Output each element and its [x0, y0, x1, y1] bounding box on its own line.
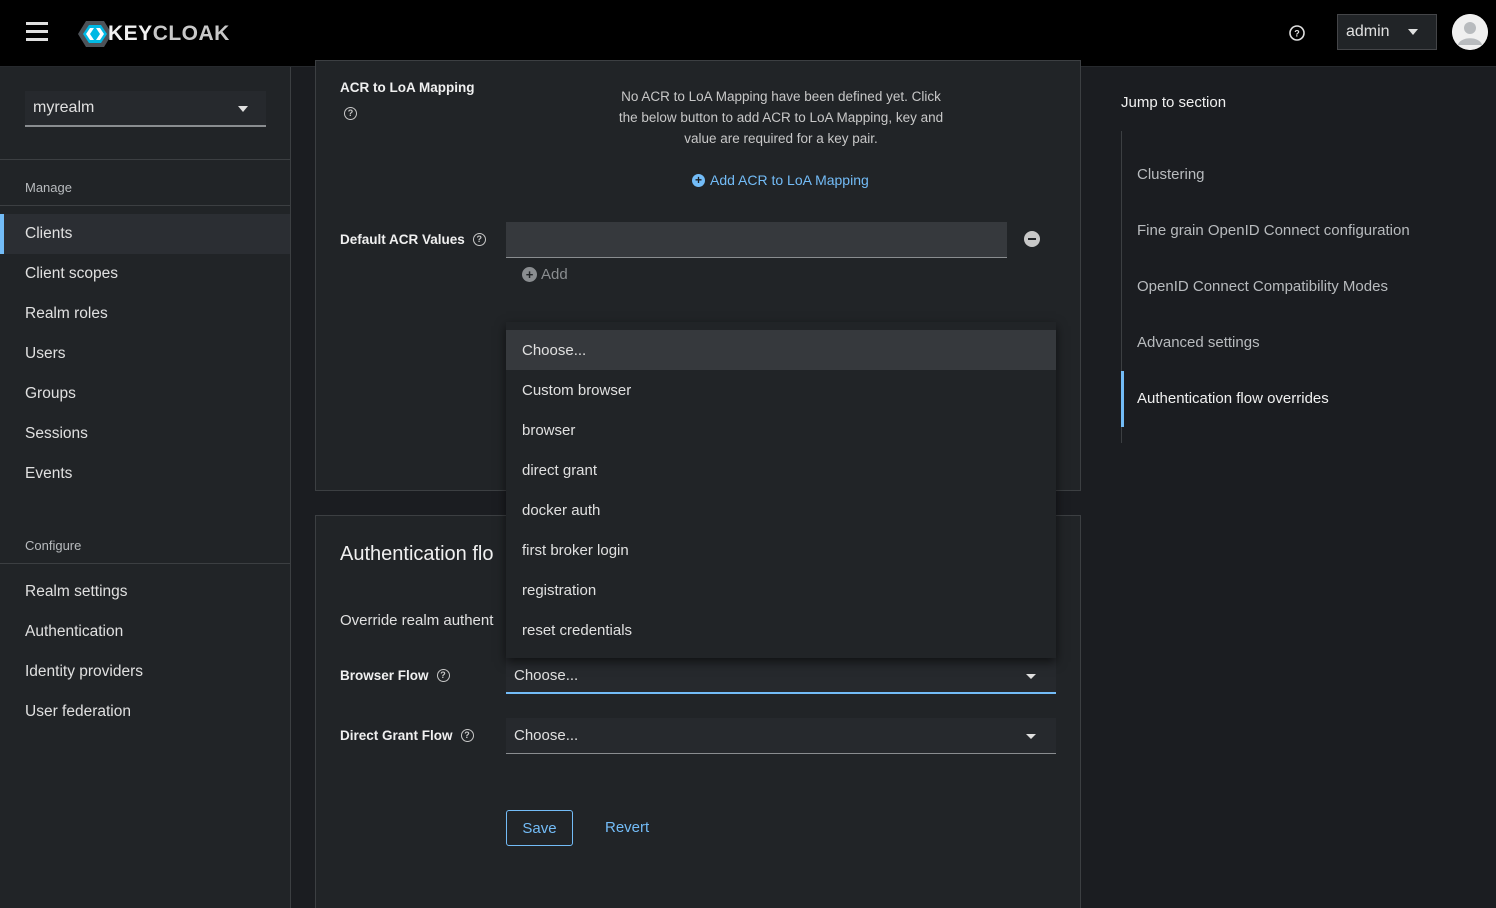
- sidebar-item-clients[interactable]: Clients: [0, 214, 290, 254]
- menu-icon[interactable]: [26, 22, 48, 42]
- direct-grant-flow-select[interactable]: Choose...: [506, 718, 1056, 754]
- acr-loa-mapping-label: ACR to LoA Mapping: [340, 80, 475, 95]
- sidebar-item-events[interactable]: Events: [0, 454, 290, 494]
- jump-link-advanced-settings[interactable]: Advanced settings: [1137, 334, 1260, 351]
- help-icon[interactable]: ?: [436, 669, 450, 682]
- menu-option-reset-credentials[interactable]: reset credentials: [506, 610, 1056, 650]
- sidebar-item-user-federation[interactable]: User federation: [0, 692, 290, 732]
- menu-option-custom-browser[interactable]: Custom browser: [506, 370, 1056, 410]
- nav-section-manage: Manage: [25, 180, 72, 195]
- caret-down-icon: [1026, 734, 1036, 739]
- realm-selector[interactable]: myrealm: [25, 91, 266, 127]
- sidebar-item-client-scopes[interactable]: Client scopes: [0, 254, 290, 294]
- caret-down-icon: [238, 106, 248, 112]
- jump-link-fine-grain-oidc[interactable]: Fine grain OpenID Connect configuration: [1137, 222, 1410, 239]
- menu-option-browser[interactable]: browser: [506, 410, 1056, 450]
- jump-link-auth-flow-overrides[interactable]: Authentication flow overrides: [1137, 390, 1329, 407]
- divider: [0, 205, 290, 206]
- menu-option-first-broker-login[interactable]: first broker login: [506, 530, 1056, 570]
- sidebar: myrealm Manage Clients Client scopes Rea…: [0, 67, 291, 908]
- caret-down-icon: [1026, 674, 1036, 679]
- keycloak-logo[interactable]: KEYCLOAK: [78, 18, 230, 50]
- add-acr-mapping-button[interactable]: + Add ACR to LoA Mapping: [692, 172, 869, 188]
- divider: [0, 159, 290, 160]
- jump-link-oidc-compat-modes[interactable]: OpenID Connect Compatibility Modes: [1137, 278, 1388, 295]
- revert-button[interactable]: Revert: [605, 819, 649, 836]
- jump-link-active-indicator: [1121, 371, 1124, 427]
- help-icon[interactable]: ?: [472, 233, 486, 246]
- auth-flow-section-title: Authentication flo: [340, 543, 494, 565]
- nav-section-configure: Configure: [25, 538, 82, 553]
- menu-option-docker-auth[interactable]: docker auth: [506, 490, 1056, 530]
- user-dropdown[interactable]: admin: [1337, 14, 1437, 50]
- user-name: admin: [1346, 23, 1390, 40]
- help-icon[interactable]: ?: [1287, 23, 1307, 43]
- plus-circle-icon: +: [692, 173, 705, 187]
- save-button[interactable]: Save: [506, 810, 573, 846]
- default-acr-values-input[interactable]: [506, 222, 1007, 258]
- divider: [0, 563, 290, 564]
- user-avatar-icon[interactable]: [1452, 14, 1488, 50]
- sidebar-item-authentication[interactable]: Authentication: [0, 612, 290, 652]
- sidebar-item-users[interactable]: Users: [0, 334, 290, 374]
- auth-flow-section-description: Override realm authent: [340, 612, 494, 629]
- menu-option-direct-grant[interactable]: direct grant: [506, 450, 1056, 490]
- default-acr-values-label: Default ACR Values ?: [340, 232, 486, 247]
- menu-option-choose[interactable]: Choose...: [506, 330, 1056, 370]
- sidebar-item-groups[interactable]: Groups: [0, 374, 290, 414]
- jump-to-section-title: Jump to section: [1121, 94, 1227, 111]
- browser-flow-options-menu: Choose... Custom browser browser direct …: [506, 322, 1056, 658]
- keycloak-logo-icon: [78, 21, 112, 47]
- sidebar-item-realm-roles[interactable]: Realm roles: [0, 294, 290, 334]
- sidebar-item-realm-settings[interactable]: Realm settings: [0, 572, 290, 612]
- menu-option-registration[interactable]: registration: [506, 570, 1056, 610]
- sidebar-item-sessions[interactable]: Sessions: [0, 414, 290, 454]
- help-icon[interactable]: ?: [344, 107, 357, 120]
- add-acr-value-button[interactable]: + Add: [522, 266, 568, 283]
- plus-circle-icon: +: [522, 267, 537, 282]
- masthead: KEYCLOAK ? admin: [0, 0, 1496, 67]
- jump-link-clustering[interactable]: Clustering: [1137, 166, 1205, 183]
- help-icon[interactable]: ?: [460, 729, 474, 742]
- realm-name: myrealm: [33, 99, 95, 116]
- sidebar-item-identity-providers[interactable]: Identity providers: [0, 652, 290, 692]
- browser-flow-select[interactable]: Choose...: [506, 658, 1056, 694]
- remove-value-icon[interactable]: [1024, 231, 1040, 247]
- logo-text: KEYCLOAK: [108, 22, 230, 45]
- svg-text:?: ?: [1294, 29, 1300, 39]
- acr-empty-state-text: No ACR to LoA Mapping have been defined …: [618, 89, 944, 146]
- direct-grant-flow-label: Direct Grant Flow ?: [340, 728, 474, 743]
- caret-down-icon: [1408, 29, 1418, 35]
- browser-flow-label: Browser Flow ?: [340, 668, 450, 683]
